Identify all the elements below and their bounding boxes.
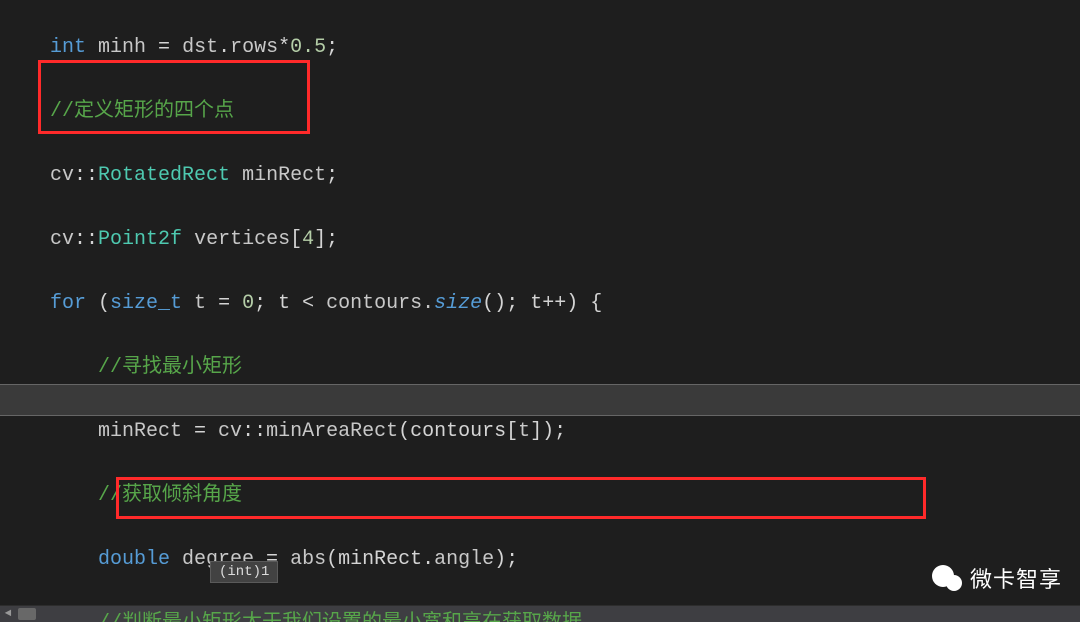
code-editor[interactable]: int minh = dst.rows*0.5; //定义矩形的四个点 cv::… [0,0,1080,622]
watermark: 微卡智享 [932,562,1062,594]
debug-tooltip: (int)1 [210,561,278,583]
scroll-left-arrow[interactable]: ◄ [0,606,16,622]
scroll-thumb[interactable] [18,608,36,620]
watermark-text: 微卡智享 [970,562,1062,594]
code-block: int minh = dst.rows*0.5; //定义矩形的四个点 cv::… [0,0,830,622]
wechat-icon [932,563,962,593]
